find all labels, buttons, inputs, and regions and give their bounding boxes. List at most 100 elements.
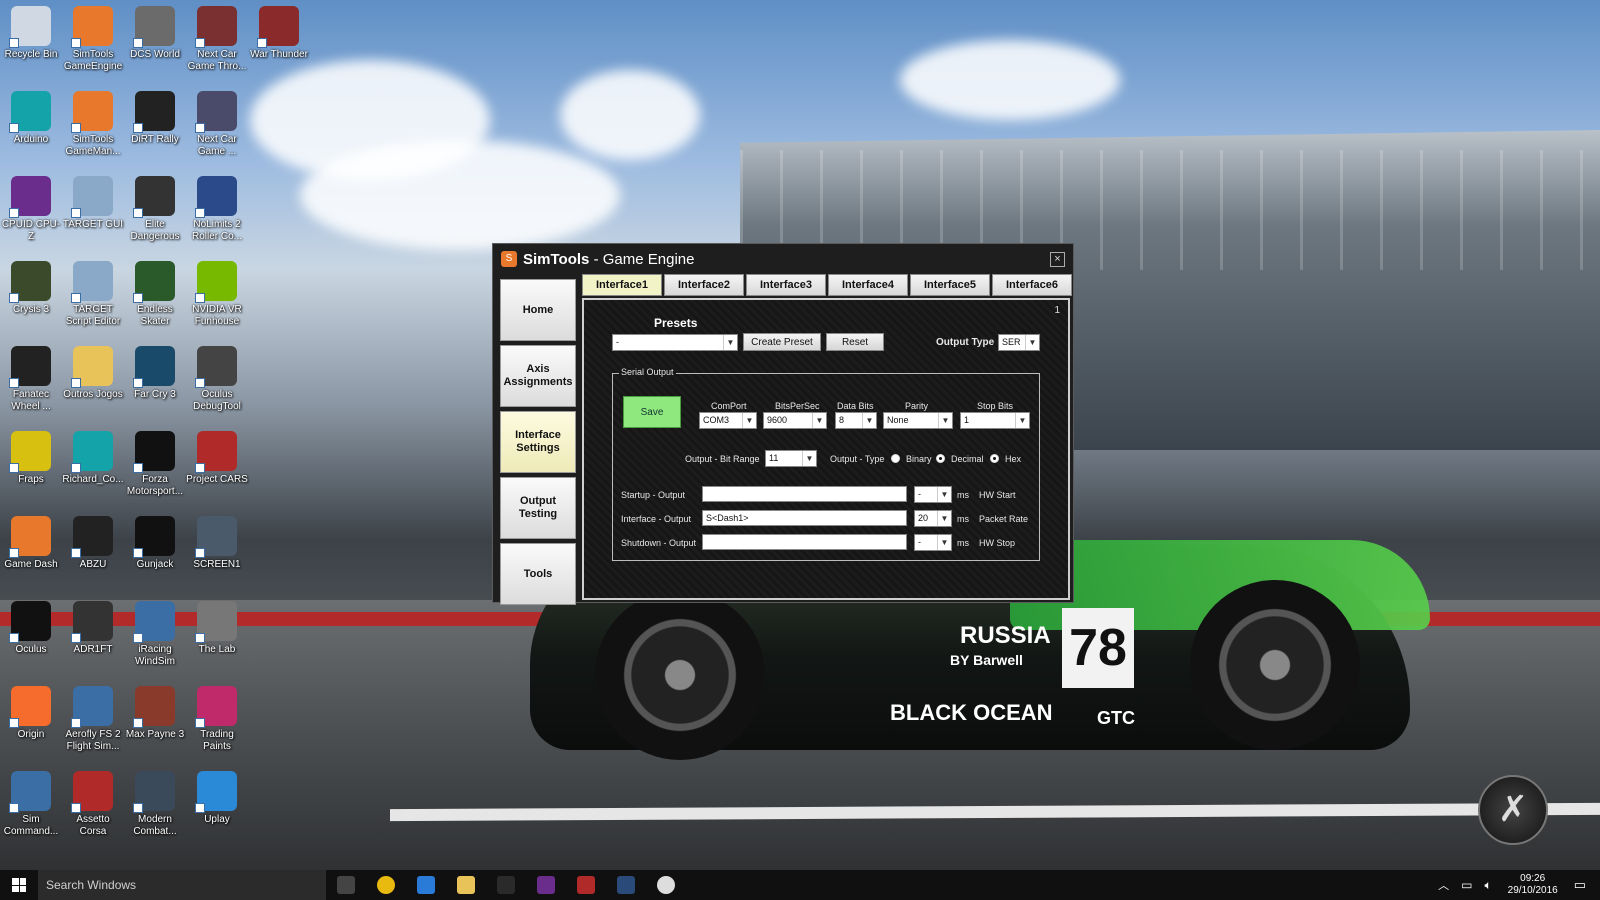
desktop-shortcut[interactable]: Origin bbox=[0, 686, 62, 741]
desktop-shortcut[interactable]: War Thunder bbox=[248, 6, 310, 61]
shortcut-arrow-icon bbox=[133, 803, 143, 813]
tab-interface6[interactable]: Interface6 bbox=[992, 274, 1072, 296]
desktop-shortcut[interactable]: Trading Paints bbox=[186, 686, 248, 753]
desktop-shortcut[interactable]: Fraps bbox=[0, 431, 62, 486]
desktop-shortcut[interactable]: CPUID CPU-Z bbox=[0, 176, 62, 243]
taskbar-chrome-button[interactable] bbox=[366, 870, 406, 900]
sidebar-interface-settings[interactable]: Interface Settings bbox=[500, 411, 576, 473]
desktop-shortcut[interactable]: SCREEN1 bbox=[186, 516, 248, 571]
desktop-shortcut[interactable]: NVIDIA VR Funhouse bbox=[186, 261, 248, 328]
taskbar-xbox-button[interactable] bbox=[646, 870, 686, 900]
desktop-shortcut[interactable]: Next Car Game ... bbox=[186, 91, 248, 158]
taskbar-store-button[interactable] bbox=[486, 870, 526, 900]
sidebar-home[interactable]: Home bbox=[500, 279, 576, 341]
desktop-shortcut[interactable]: Project CARS bbox=[186, 431, 248, 486]
desktop-shortcut-label: Next Car Game Thro... bbox=[187, 49, 247, 72]
notifications-icon[interactable]: ▭ bbox=[1574, 877, 1586, 893]
desktop-shortcut[interactable]: TARGET GUI bbox=[62, 176, 124, 231]
desktop-shortcut[interactable]: Arduino bbox=[0, 91, 62, 146]
desktop-shortcut[interactable]: Elite Dangerous bbox=[124, 176, 186, 243]
taskbar-simtools-button[interactable] bbox=[566, 870, 606, 900]
shutdown-ms-select[interactable]: - ▼ bbox=[914, 534, 952, 551]
desktop-shortcut[interactable]: SimTools GameEngine bbox=[62, 6, 124, 73]
startup-output-field[interactable] bbox=[702, 486, 907, 502]
shutdown-output-field[interactable] bbox=[702, 534, 907, 550]
hw-start-label: HW Start bbox=[979, 490, 1016, 500]
desktop-shortcut[interactable]: Next Car Game Thro... bbox=[186, 6, 248, 73]
desktop-shortcut[interactable]: iRacing WindSim bbox=[124, 601, 186, 668]
sidebar-output-testing[interactable]: Output Testing bbox=[500, 477, 576, 539]
taskbar: Search Windows ︿ ▭ 🔈︎ 09:26 29/10/2016 ▭ bbox=[0, 870, 1600, 900]
desktop-shortcut[interactable]: Oculus DebugTool bbox=[186, 346, 248, 413]
desktop-shortcut[interactable]: Assetto Corsa bbox=[62, 771, 124, 838]
create-preset-button[interactable]: Create Preset bbox=[743, 333, 821, 351]
desktop-shortcut[interactable]: Oculus bbox=[0, 601, 62, 656]
radio-hex[interactable] bbox=[990, 454, 999, 463]
desktop-shortcut[interactable]: Game Dash bbox=[0, 516, 62, 571]
desktop-shortcut[interactable]: DCS World bbox=[124, 6, 186, 61]
search-input[interactable]: Search Windows bbox=[38, 870, 326, 900]
desktop-shortcut[interactable]: ABZU bbox=[62, 516, 124, 571]
databits-select[interactable]: 8 ▼ bbox=[835, 412, 877, 429]
clock[interactable]: 09:26 29/10/2016 bbox=[1508, 873, 1558, 897]
desktop-shortcut[interactable]: SimTools GameMan... bbox=[62, 91, 124, 158]
radio-binary[interactable] bbox=[891, 454, 900, 463]
radio-decimal[interactable] bbox=[936, 454, 945, 463]
desktop-shortcut[interactable]: The Lab bbox=[186, 601, 248, 656]
tab-interface3[interactable]: Interface3 bbox=[746, 274, 826, 296]
packet-rate-select[interactable]: 20 ▼ bbox=[914, 510, 952, 527]
nolimits-icon bbox=[195, 176, 237, 218]
start-button[interactable] bbox=[0, 870, 38, 900]
tab-interface1[interactable]: Interface1 bbox=[582, 274, 662, 296]
simtools-icon bbox=[71, 91, 113, 133]
desktop-shortcut[interactable]: Outros Jogos bbox=[62, 346, 124, 401]
packet-rate-value: 20 bbox=[918, 513, 929, 523]
desktop-shortcut[interactable]: Gunjack bbox=[124, 516, 186, 571]
xbox-overlay-icon[interactable]: ✗ bbox=[1478, 775, 1548, 845]
chevron-up-icon[interactable]: ︿ bbox=[1438, 877, 1449, 893]
volume-icon[interactable]: 🔈︎ bbox=[1484, 878, 1491, 893]
sidebar-tools[interactable]: Tools bbox=[500, 543, 576, 605]
tab-interface4[interactable]: Interface4 bbox=[828, 274, 908, 296]
desktop-shortcut[interactable]: Forza Motorsport... bbox=[124, 431, 186, 498]
desktop-shortcut[interactable]: Fanatec Wheel ... bbox=[0, 346, 62, 413]
shortcut-arrow-icon bbox=[9, 123, 19, 133]
taskbar-file-explorer-button[interactable] bbox=[446, 870, 486, 900]
desktop-shortcut[interactable]: Far Cry 3 bbox=[124, 346, 186, 401]
desktop-shortcut[interactable]: Crysis 3 bbox=[0, 261, 62, 316]
output-type-select[interactable]: SER ▼ bbox=[998, 334, 1040, 351]
desktop-shortcut[interactable]: Richard_Co... bbox=[62, 431, 124, 486]
reset-button[interactable]: Reset bbox=[826, 333, 884, 351]
taskbar-steam-button[interactable] bbox=[606, 870, 646, 900]
window-titlebar[interactable]: S SimTools - Game Engine bbox=[493, 244, 1073, 274]
desktop-shortcut[interactable]: TARGET Script Editor bbox=[62, 261, 124, 328]
taskbar-task-view-button[interactable] bbox=[326, 870, 366, 900]
tab-interface5[interactable]: Interface5 bbox=[910, 274, 990, 296]
taskbar-edge-button[interactable] bbox=[406, 870, 446, 900]
desktop-shortcut[interactable]: Modern Combat... bbox=[124, 771, 186, 838]
tab-interface2[interactable]: Interface2 bbox=[664, 274, 744, 296]
interface-output-field[interactable]: S<Dash1> bbox=[702, 510, 907, 526]
desktop-shortcut-label: Elite Dangerous bbox=[130, 219, 180, 242]
comport-select[interactable]: COM3 ▼ bbox=[699, 412, 757, 429]
stopbits-select[interactable]: 1 ▼ bbox=[960, 412, 1030, 429]
desktop-shortcut[interactable]: Aerofly FS 2 Flight Sim... bbox=[62, 686, 124, 753]
startup-ms-select[interactable]: - ▼ bbox=[914, 486, 952, 503]
network-icon[interactable]: ▭ bbox=[1461, 878, 1472, 892]
bitrange-select[interactable]: 11 ▼ bbox=[765, 450, 817, 467]
save-button[interactable]: Save bbox=[623, 396, 681, 428]
desktop-shortcut[interactable]: Uplay bbox=[186, 771, 248, 826]
close-button[interactable]: × bbox=[1050, 252, 1065, 267]
preset-select[interactable]: - ▼ bbox=[612, 334, 738, 351]
desktop-shortcut[interactable]: ADR1FT bbox=[62, 601, 124, 656]
desktop-shortcut[interactable]: Recycle Bin bbox=[0, 6, 62, 61]
taskbar-cpuz-button[interactable] bbox=[526, 870, 566, 900]
desktop-shortcut[interactable]: NoLimits 2 Roller Co... bbox=[186, 176, 248, 243]
parity-select[interactable]: None ▼ bbox=[883, 412, 953, 429]
desktop-shortcut[interactable]: Sim Command... bbox=[0, 771, 62, 838]
sidebar-axis-assignments[interactable]: Axis Assignments bbox=[500, 345, 576, 407]
desktop-shortcut[interactable]: Max Payne 3 bbox=[124, 686, 186, 741]
desktop-shortcut[interactable]: DiRT Rally bbox=[124, 91, 186, 146]
bitspersec-select[interactable]: 9600 ▼ bbox=[763, 412, 827, 429]
desktop-shortcut[interactable]: Endless Skater bbox=[124, 261, 186, 328]
